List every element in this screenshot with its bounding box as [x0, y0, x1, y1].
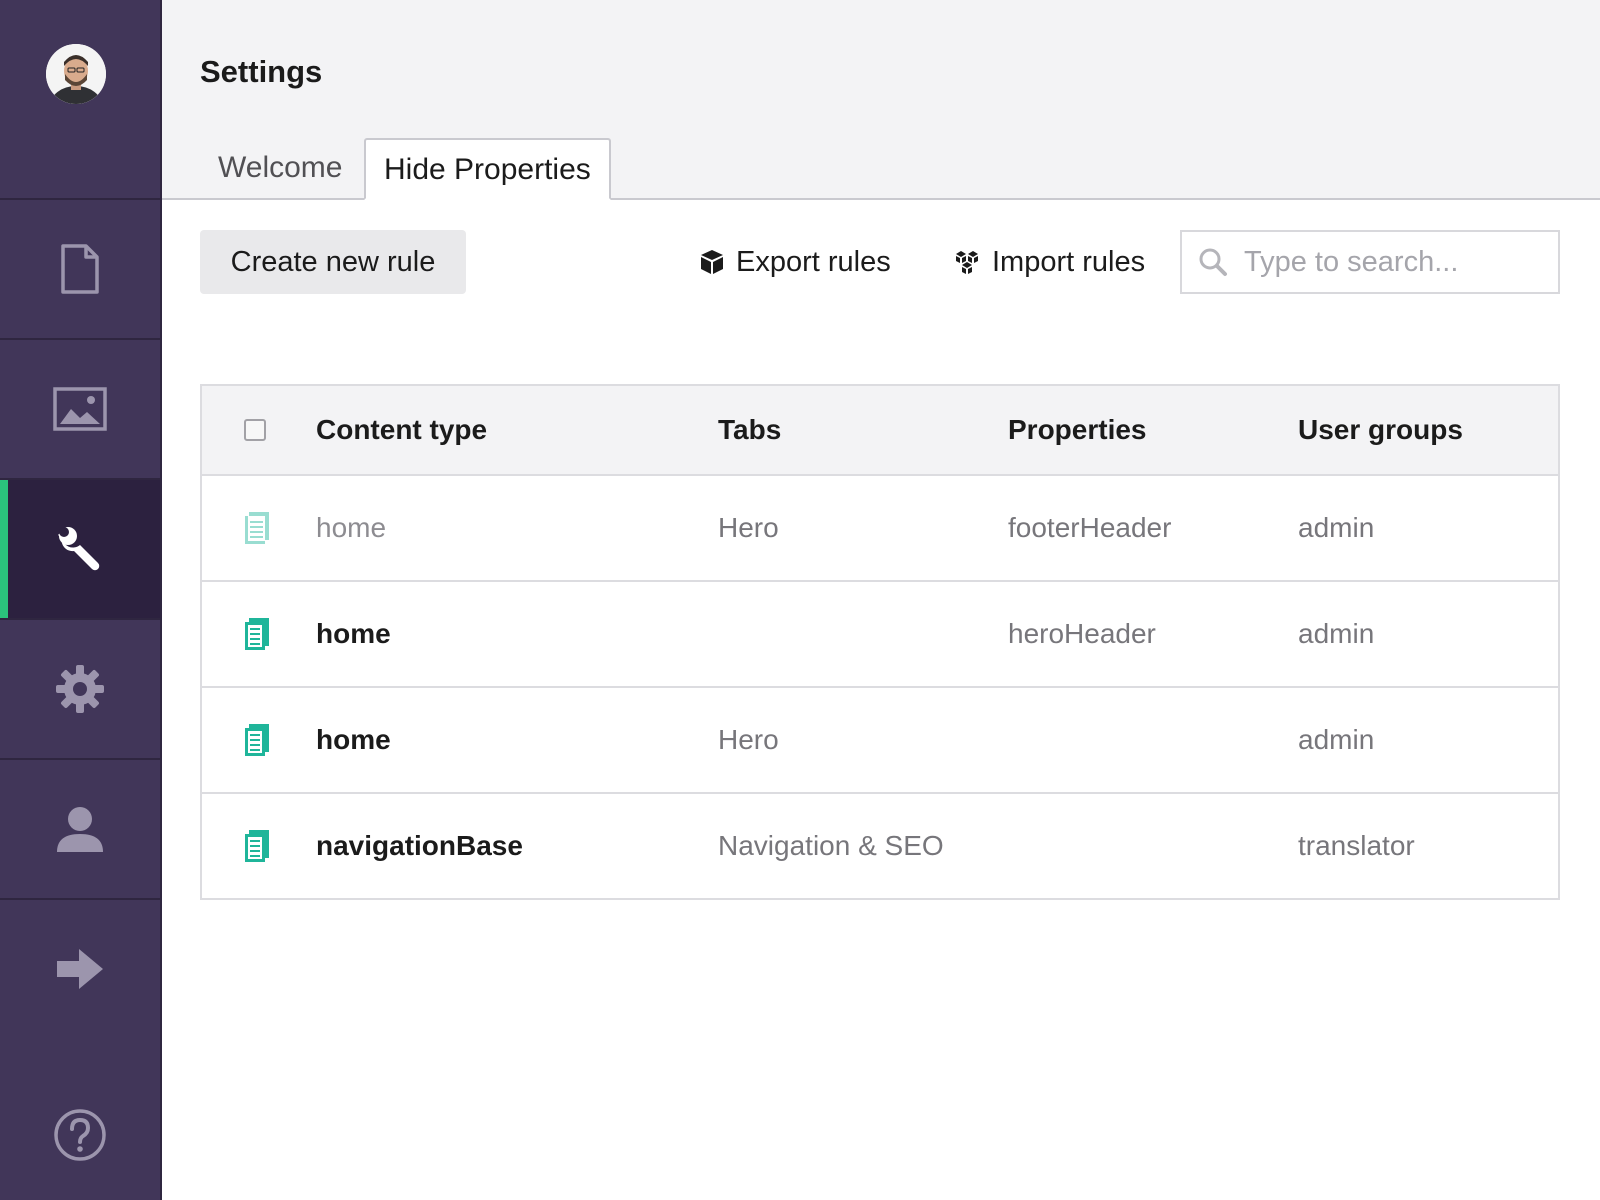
create-new-rule-button[interactable]: Create new rule [200, 230, 466, 294]
search-box[interactable] [1180, 230, 1560, 294]
rules-table: Content type Tabs Properties User groups… [200, 384, 1560, 900]
header-content-type[interactable]: Content type [316, 386, 487, 474]
document-icon [61, 244, 99, 294]
tab-hide-properties[interactable]: Hide Properties [364, 138, 611, 200]
document-type-icon [245, 724, 269, 756]
header: Settings Welcome Hide Properties [162, 0, 1600, 200]
packages-icon [956, 251, 978, 274]
row-icon-cell [244, 688, 270, 792]
row-properties: heroHeader [1008, 618, 1156, 649]
row-content-type[interactable]: navigationBase [316, 794, 523, 898]
row-content-type[interactable]: home [316, 688, 391, 792]
sidebar [0, 0, 162, 1200]
select-all-checkbox[interactable] [244, 419, 266, 441]
wrench-icon [58, 527, 100, 571]
header-properties[interactable]: Properties [1008, 386, 1147, 474]
row-user-groups: admin [1298, 512, 1375, 543]
document-type-icon [245, 512, 269, 544]
import-rules-label: Import rules [992, 245, 1146, 278]
arrow-right-icon [57, 949, 103, 989]
row-content-type[interactable]: home [316, 582, 391, 686]
sidebar-item-settings-tools[interactable] [0, 480, 160, 620]
header-tabs[interactable]: Tabs [718, 386, 781, 474]
tab-welcome[interactable]: Welcome [200, 138, 360, 198]
sidebar-item-help[interactable] [0, 1090, 160, 1180]
table-row[interactable]: home heroHeader admin [202, 582, 1558, 688]
import-rules-button[interactable]: Import rules [954, 238, 1145, 286]
row-properties: footerHeader [1008, 512, 1172, 543]
avatar-image [46, 44, 106, 104]
select-all-cell [244, 386, 266, 474]
table-row[interactable]: navigationBase Navigation & SEO translat… [202, 794, 1558, 898]
sidebar-item-media[interactable] [0, 340, 160, 480]
avatar-slot [0, 0, 160, 200]
sidebar-item-users[interactable] [0, 760, 160, 900]
table-row[interactable]: home Hero footerHeader admin [202, 476, 1558, 582]
gear-icon [56, 665, 104, 713]
row-tabs: Navigation & SEO [718, 830, 944, 861]
row-user-groups: translator [1298, 830, 1415, 861]
package-icon [701, 250, 723, 274]
image-icon [53, 387, 107, 431]
search-icon [1199, 248, 1227, 276]
row-user-groups: admin [1298, 618, 1375, 649]
sidebar-item-forms[interactable] [0, 900, 160, 1038]
row-tabs: Hero [718, 512, 779, 543]
search-input[interactable] [1242, 244, 1546, 280]
document-type-icon [245, 618, 269, 650]
export-rules-label: Export rules [736, 245, 891, 278]
table-row[interactable]: home Hero admin [202, 688, 1558, 794]
help-icon [54, 1109, 106, 1161]
avatar[interactable] [46, 44, 106, 104]
sidebar-item-content[interactable] [0, 200, 160, 340]
page-title: Settings [200, 54, 323, 89]
row-tabs: Hero [718, 724, 779, 755]
table-header: Content type Tabs Properties User groups [202, 386, 1558, 476]
row-content-type[interactable]: home [316, 476, 386, 580]
row-icon-cell [244, 582, 270, 686]
header-user-groups[interactable]: User groups [1298, 386, 1463, 474]
document-type-icon [245, 830, 269, 862]
row-icon-cell [244, 476, 270, 580]
row-user-groups: admin [1298, 724, 1375, 755]
sidebar-item-settings[interactable] [0, 620, 160, 760]
row-icon-cell [244, 794, 270, 898]
export-rules-button[interactable]: Export rules [700, 238, 891, 286]
user-icon [57, 807, 103, 852]
